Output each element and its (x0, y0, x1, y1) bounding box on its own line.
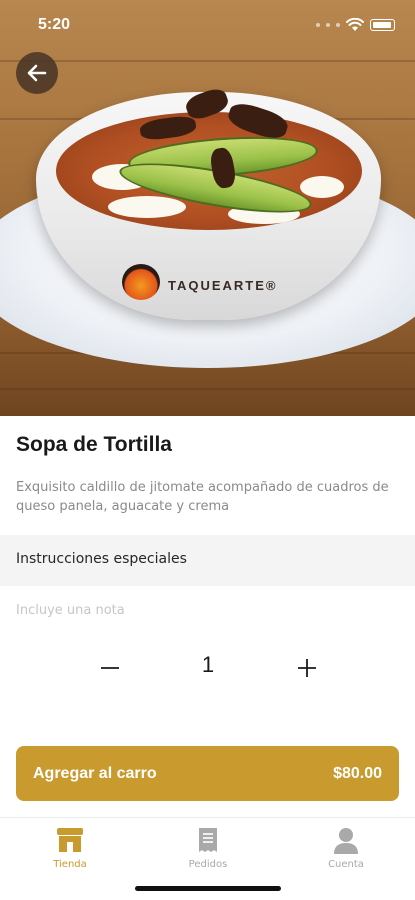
status-time: 5:20 (38, 16, 71, 33)
increase-quantity-button[interactable] (287, 646, 327, 690)
special-instructions-label: Instrucciones especiales (16, 551, 187, 567)
add-to-cart-button[interactable]: Agregar al carro $80.00 (16, 746, 399, 801)
special-instructions-header: Instrucciones especiales (0, 535, 415, 586)
brand-logo-icon (122, 264, 160, 300)
product-image: TAQUEARTE® (0, 0, 415, 416)
tab-label: Tienda (53, 859, 87, 870)
tab-cuenta[interactable]: Cuenta (296, 826, 396, 870)
receipt-icon (199, 828, 217, 852)
back-button[interactable] (16, 52, 58, 94)
signal-dot (336, 23, 340, 27)
decrease-quantity-button[interactable] (90, 646, 130, 690)
note-input[interactable] (16, 598, 396, 622)
tab-label: Pedidos (188, 859, 228, 870)
plus-icon (298, 659, 316, 677)
product-title: Sopa de Tortilla (16, 433, 172, 456)
signal-icon (316, 23, 320, 27)
tab-tienda[interactable]: Tienda (20, 826, 120, 870)
tab-label: Cuenta (328, 859, 364, 870)
tab-pedidos[interactable]: Pedidos (158, 826, 258, 870)
status-icons (316, 18, 395, 32)
minus-icon (101, 667, 119, 669)
signal-dot (326, 23, 330, 27)
status-bar: 5:20 (0, 0, 415, 50)
add-to-cart-label: Agregar al carro (33, 764, 157, 782)
brand-logo-text: TAQUEARTE® (168, 278, 278, 293)
home-indicator (135, 886, 281, 891)
product-description: Exquisito caldillo de jitomate acompañad… (16, 480, 389, 514)
store-icon (57, 828, 83, 852)
quantity-stepper: 1 (0, 646, 415, 690)
wifi-icon (346, 18, 364, 31)
arrow-left-icon (27, 64, 47, 82)
quantity-value: 1 (201, 652, 215, 677)
battery-icon (370, 19, 395, 31)
user-icon (334, 828, 358, 854)
add-to-cart-price: $80.00 (333, 764, 382, 782)
